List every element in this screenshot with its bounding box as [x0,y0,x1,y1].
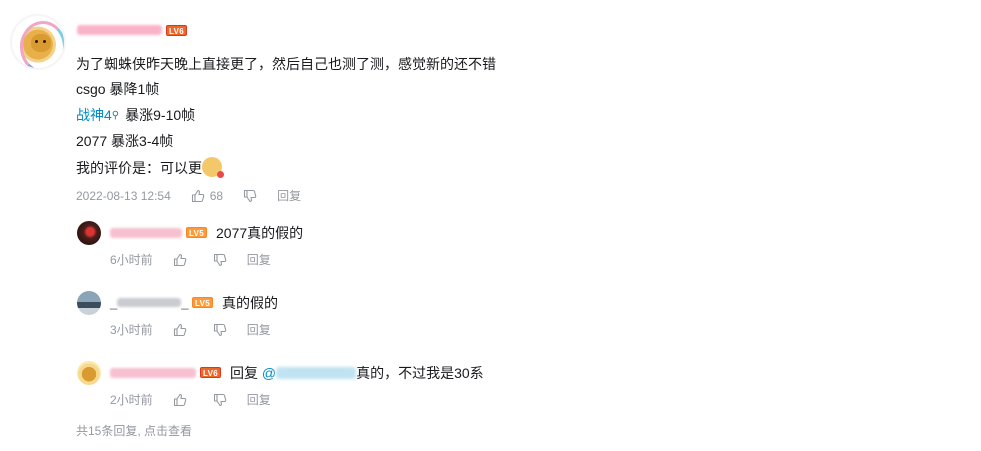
reply-meta: 6小时前 回复 [110,252,271,268]
comment-text-line: 2077 暴涨3-4帧 [76,133,174,149]
reply-text: 2077真的假的 [216,225,304,241]
reply-username-redacted[interactable] [110,228,182,238]
reply-meta: 2小时前 回复 [110,392,271,408]
thumb-up-icon[interactable] [173,253,187,267]
thumb-up-icon[interactable] [173,393,187,407]
reply-text-line: 回复 @ 真的，不过我是30系 [230,363,484,383]
avatar-face [31,34,51,52]
search-icon[interactable]: ⚲ [112,110,119,121]
reply-avatar[interactable] [77,291,101,315]
comment-time: 2022-08-13 12:54 [76,189,171,203]
thumb-up-icon[interactable] [191,189,205,203]
reply-username-redacted[interactable] [110,368,196,378]
thumb-down-icon[interactable] [213,393,227,407]
reply-button[interactable]: 回复 [277,188,301,204]
mention-redacted[interactable] [276,367,357,379]
thumb-down-icon[interactable] [213,323,227,337]
thumb-up-icon[interactable] [173,323,187,337]
reply-prefix: 回复 [230,365,258,381]
level-badge: LV6 [200,367,221,378]
level-badge: LV5 [186,227,207,238]
reply-avatar[interactable] [77,221,101,245]
username-fragment: _ [110,295,118,310]
thumb-down-icon[interactable] [243,189,257,203]
reply-username[interactable]: _ _ [110,293,188,313]
comment-text-fragment: 暴涨9-10帧 [125,107,196,123]
reply-button[interactable]: 回复 [247,252,271,268]
comment-text-line: 为了蜘蛛侠昨天晚上直接更了，然后自己也测了测，感觉新的还不错 [76,56,496,72]
comment-text-line: 我的评价是：可以更 [76,157,224,178]
level-badge: LV5 [192,297,213,308]
avatar-eye [35,40,38,43]
like-count: 68 [209,189,224,203]
search-keyword-link[interactable]: 战神4 [76,107,112,123]
username-redacted [117,298,182,307]
view-more-replies-link[interactable]: 共15条回复, 点击查看 [76,423,192,439]
reply-text: 真的，不过我是30系 [356,365,484,381]
comment-text-line: csgo 暴降1帧 [76,81,160,97]
username-fragment: _ [181,295,189,310]
comment-text-line: 战神4⚲ 暴涨9-10帧 [76,105,195,126]
user-avatar[interactable] [10,14,66,70]
reply-time: 3小时前 [110,323,153,337]
avatar-eye [43,40,46,43]
cat-emoji-icon [202,157,224,178]
username-redacted[interactable] [77,25,162,35]
thumb-down-icon[interactable] [213,253,227,267]
reply-avatar[interactable] [77,361,101,385]
reply-button[interactable]: 回复 [247,392,271,408]
reply-meta: 3小时前 回复 [110,322,271,338]
reply-button[interactable]: 回复 [247,322,271,338]
comment-text-fragment: 我的评价是：可以更 [76,160,202,176]
mention-at[interactable]: @ [262,365,276,381]
reply-text: 真的假的 [222,295,278,311]
reply-time: 6小时前 [110,253,153,267]
comment-meta: 2022-08-13 12:54 68 回复 [76,188,301,204]
level-badge: LV6 [166,25,187,36]
reply-time: 2小时前 [110,393,153,407]
